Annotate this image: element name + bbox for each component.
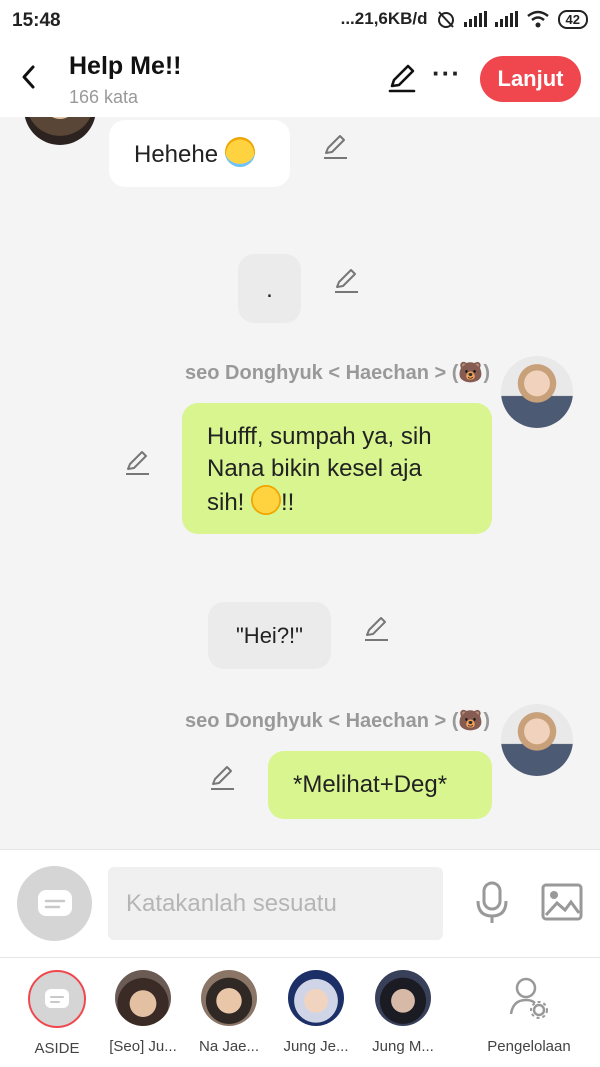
image-icon[interactable] [541, 883, 583, 921]
avatar-haechan[interactable] [501, 356, 573, 428]
slightly-smiling-face-icon [251, 485, 282, 515]
character-bar: ASIDE [Seo] Ju... Na Jae... Jung Je... J… [0, 957, 600, 1067]
character-item[interactable]: [Seo] Ju... [98, 970, 188, 1055]
wifi-icon [526, 10, 549, 28]
app-header: Help Me!! 166 kata ··· Lanjut [0, 42, 600, 117]
message-bubble[interactable]: *Melihat+Deg* [268, 751, 492, 819]
character-manage[interactable]: Pengelolaan [484, 970, 574, 1055]
status-time: 15:48 [12, 10, 61, 31]
character-avatar [375, 970, 431, 1026]
input-bar [0, 849, 600, 957]
status-bar: 15:48 ...21,6KB/d 42 [0, 0, 600, 42]
character-label: Jung M... [372, 1038, 434, 1055]
sender-name: seo Donghyuk < Haechan > (🐻) [185, 710, 490, 732]
chat-area[interactable]: Hehehe . seo Donghyuk < Haechan > (🐻) Hu… [0, 117, 600, 849]
avatar-haechan[interactable] [501, 704, 573, 776]
edit-message-icon[interactable] [123, 447, 153, 477]
message-line-3: sih! !! [207, 485, 492, 519]
back-arrow-icon[interactable] [14, 62, 44, 92]
user-settings-icon [509, 977, 548, 1019]
edit-message-icon[interactable] [332, 265, 362, 295]
character-avatar [115, 970, 171, 1026]
avatar-left[interactable] [24, 117, 96, 145]
character-item[interactable]: Na Jae... [184, 970, 274, 1055]
narration-text: "Hei?!" [236, 623, 303, 648]
message-input[interactable] [108, 867, 443, 940]
next-button[interactable]: Lanjut [480, 56, 581, 102]
narration-bubble[interactable]: "Hei?!" [208, 602, 331, 669]
story-title: Help Me!! [69, 52, 182, 80]
edit-pencil-icon[interactable] [386, 62, 418, 94]
smiling-face-with-halo-icon [224, 137, 255, 167]
message-text: Hehehe [134, 141, 219, 168]
signal-icon [463, 11, 487, 27]
message-line: Nana bikin kesel aja [207, 455, 422, 482]
message-line: Hufff, sumpah ya, sih [207, 423, 432, 450]
alarm-off-icon [437, 11, 454, 28]
battery-indicator: 42 [557, 9, 588, 29]
narration-text: . [266, 276, 273, 303]
sender-name: seo Donghyuk < Haechan > (🐻) [185, 362, 490, 384]
character-item[interactable]: Jung M... [358, 970, 448, 1055]
aside-toggle-button[interactable] [17, 866, 92, 941]
status-indicators: ...21,6KB/d 42 [341, 9, 588, 29]
character-label: Pengelolaan [487, 1038, 571, 1055]
narration-bubble[interactable]: . [238, 254, 301, 323]
character-item[interactable]: Jung Je... [271, 970, 361, 1055]
edit-message-icon[interactable] [362, 613, 392, 643]
character-label: ASIDE [34, 1040, 80, 1057]
character-label: Jung Je... [283, 1038, 349, 1055]
edit-message-icon[interactable] [321, 131, 351, 161]
aside-avatar [28, 970, 86, 1028]
character-label: Na Jae... [198, 1038, 260, 1055]
character-avatar [201, 970, 257, 1026]
character-aside[interactable]: ASIDE [12, 970, 102, 1057]
message-text: *Melihat+Deg* [293, 771, 448, 798]
character-avatar [288, 970, 344, 1026]
word-count: 166 kata [69, 87, 139, 107]
more-options-button[interactable]: ··· [432, 58, 461, 89]
character-label: [Seo] Ju... [109, 1038, 177, 1055]
network-speed: ...21,6KB/d [340, 9, 428, 28]
microphone-icon[interactable] [473, 881, 511, 925]
chat-bubble-icon [37, 889, 72, 916]
chat-bubble-icon [45, 989, 69, 1008]
message-bubble[interactable]: Hehehe [109, 120, 290, 187]
signal-icon-2 [494, 11, 518, 27]
message-bubble[interactable]: Hufff, sumpah ya, sih Nana bikin kesel a… [182, 403, 492, 534]
edit-message-icon[interactable] [208, 762, 238, 792]
